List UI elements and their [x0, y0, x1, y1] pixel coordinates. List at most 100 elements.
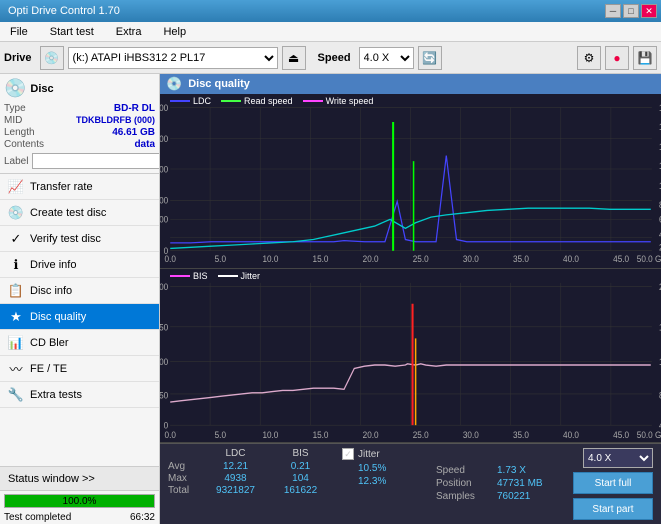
jitter-checkbox[interactable]: ✓ — [342, 448, 354, 460]
bis-legend-label: BIS — [193, 271, 208, 281]
sidebar-item-transfer-rate[interactable]: 📈 Transfer rate — [0, 174, 159, 200]
settings-button[interactable]: ⚙ — [577, 46, 601, 70]
write-speed-legend-color — [303, 100, 323, 102]
minimize-button[interactable]: ─ — [605, 4, 621, 18]
drive-info-label: Drive info — [30, 259, 76, 271]
drive-select[interactable]: (k:) ATAPI iHBS312 2 PL17 — [68, 47, 278, 69]
sidebar-item-create-test-disc[interactable]: 💿 Create test disc — [0, 200, 159, 226]
jitter-legend-item: Jitter — [218, 271, 261, 281]
svg-text:5.0: 5.0 — [215, 429, 226, 440]
jitter-stats: ✓ Jitter 10.5% 12.3% — [338, 448, 428, 520]
disc-header-icon: 💿 — [4, 78, 26, 99]
transfer-rate-label: Transfer rate — [30, 181, 93, 193]
length-label: Length — [4, 127, 35, 138]
svg-text:40.0: 40.0 — [563, 429, 579, 440]
speed-stat-value: 1.73 X — [497, 465, 526, 476]
svg-text:15.0: 15.0 — [313, 429, 329, 440]
sidebar: 💿 Disc Type BD-R DL MID TDKBLDRFB (000) … — [0, 74, 160, 524]
ldc-max: 4938 — [203, 473, 268, 484]
svg-text:35.0: 35.0 — [513, 254, 529, 264]
svg-text:50: 50 — [160, 390, 168, 401]
cd-bler-icon: 📊 — [8, 335, 24, 351]
disc-info-icon: 📋 — [8, 283, 24, 299]
color-button[interactable]: ● — [605, 46, 629, 70]
main-layout: 💿 Disc Type BD-R DL MID TDKBLDRFB (000) … — [0, 74, 661, 524]
bis-legend-color — [170, 275, 190, 277]
write-speed-legend-label: Write speed — [326, 96, 374, 106]
bis-total: 161622 — [268, 485, 333, 496]
svg-text:5000: 5000 — [160, 102, 168, 112]
transfer-rate-icon: 📈 — [8, 179, 24, 195]
svg-text:4000: 4000 — [160, 134, 168, 144]
disc-quality-header: 💿 Disc quality — [160, 74, 661, 94]
svg-text:0.0: 0.0 — [165, 429, 176, 440]
bis-avg: 0.21 — [268, 461, 333, 472]
menu-file[interactable]: File — [4, 24, 34, 40]
progress-text: 100.0% — [5, 495, 154, 508]
fe-te-icon: 〰 — [8, 361, 24, 377]
menu-start-test[interactable]: Start test — [44, 24, 100, 40]
sidebar-item-disc-quality[interactable]: ★ Disc quality — [0, 304, 159, 330]
contents-value: data — [134, 139, 155, 150]
jitter-col-title: Jitter — [358, 449, 380, 460]
speed-select[interactable]: 4.0 X — [359, 47, 414, 69]
read-speed-legend-color — [221, 100, 241, 102]
bis-chart-container: BIS Jitter — [160, 269, 661, 444]
svg-text:20.0: 20.0 — [363, 254, 379, 264]
svg-text:20.0: 20.0 — [363, 429, 379, 440]
ldc-legend-label: LDC — [193, 96, 211, 106]
menu-help[interactable]: Help — [157, 24, 192, 40]
refresh-button[interactable]: 🔄 — [418, 46, 442, 70]
read-speed-legend-item: Read speed — [221, 96, 293, 106]
speed-select-stats[interactable]: 4.0 X — [583, 448, 653, 468]
sidebar-nav: 📈 Transfer rate 💿 Create test disc ✓ Ver… — [0, 174, 159, 466]
sidebar-item-disc-info[interactable]: 📋 Disc info — [0, 278, 159, 304]
disc-quality-title: Disc quality — [188, 78, 250, 90]
sidebar-item-cd-bler[interactable]: 📊 CD Bler — [0, 330, 159, 356]
svg-text:25.0: 25.0 — [413, 254, 429, 264]
maximize-button[interactable]: □ — [623, 4, 639, 18]
start-full-button[interactable]: Start full — [573, 472, 653, 494]
menu-extra[interactable]: Extra — [110, 24, 148, 40]
ldc-bis-stats: LDC BIS Avg 12.21 0.21 Max 4938 104 Tota… — [168, 448, 338, 520]
disc-panel-title: Disc — [30, 83, 53, 95]
status-text: Test completed — [4, 512, 71, 523]
start-part-button[interactable]: Start part — [573, 498, 653, 520]
disc-quality-header-icon: 💿 — [166, 76, 182, 92]
sidebar-item-extra-tests[interactable]: 🔧 Extra tests — [0, 382, 159, 408]
max-row-label: Max — [168, 473, 203, 484]
svg-text:50.0 GB: 50.0 GB — [637, 254, 661, 264]
sidebar-item-drive-info[interactable]: ℹ Drive info — [0, 252, 159, 278]
disc-quality-label: Disc quality — [30, 311, 86, 323]
write-speed-legend-item: Write speed — [303, 96, 374, 106]
ldc-chart-container: LDC Read speed Write speed — [160, 94, 661, 269]
jitter-legend-color — [218, 275, 238, 277]
speed-label: Speed — [318, 52, 351, 64]
fe-te-label: FE / TE — [30, 363, 67, 375]
read-speed-legend-label: Read speed — [244, 96, 293, 106]
bis-col-title: BIS — [268, 448, 333, 459]
sidebar-status: Status window >> 100.0% Test completed 6… — [0, 466, 159, 524]
label-input[interactable] — [32, 153, 160, 169]
type-label: Type — [4, 103, 26, 114]
close-button[interactable]: ✕ — [641, 4, 657, 18]
menu-bar: File Start test Extra Help — [0, 22, 661, 42]
svg-text:45.0: 45.0 — [613, 429, 629, 440]
empty-cell — [168, 448, 203, 459]
status-window-button[interactable]: Status window >> — [0, 467, 159, 491]
length-value: 46.61 GB — [112, 127, 155, 138]
drive-icon: 💿 — [40, 46, 64, 70]
create-test-disc-label: Create test disc — [30, 207, 106, 219]
toolbar: Drive 💿 (k:) ATAPI iHBS312 2 PL17 ⏏ Spee… — [0, 42, 661, 74]
stats-panel: LDC BIS Avg 12.21 0.21 Max 4938 104 Tota… — [160, 443, 661, 524]
eject-button[interactable]: ⏏ — [282, 46, 306, 70]
samples-stat-value: 760221 — [497, 491, 530, 502]
status-time: 66:32 — [130, 512, 155, 523]
sidebar-item-fe-te[interactable]: 〰 FE / TE — [0, 356, 159, 382]
verify-test-disc-label: Verify test disc — [30, 233, 101, 245]
disc-quality-icon: ★ — [8, 309, 24, 325]
sidebar-item-verify-test-disc[interactable]: ✓ Verify test disc — [0, 226, 159, 252]
speed-position-stats: Speed 1.73 X Position 47731 MB Samples 7… — [428, 448, 548, 520]
jitter-avg: 10.5% — [342, 463, 428, 474]
save-button[interactable]: 💾 — [633, 46, 657, 70]
